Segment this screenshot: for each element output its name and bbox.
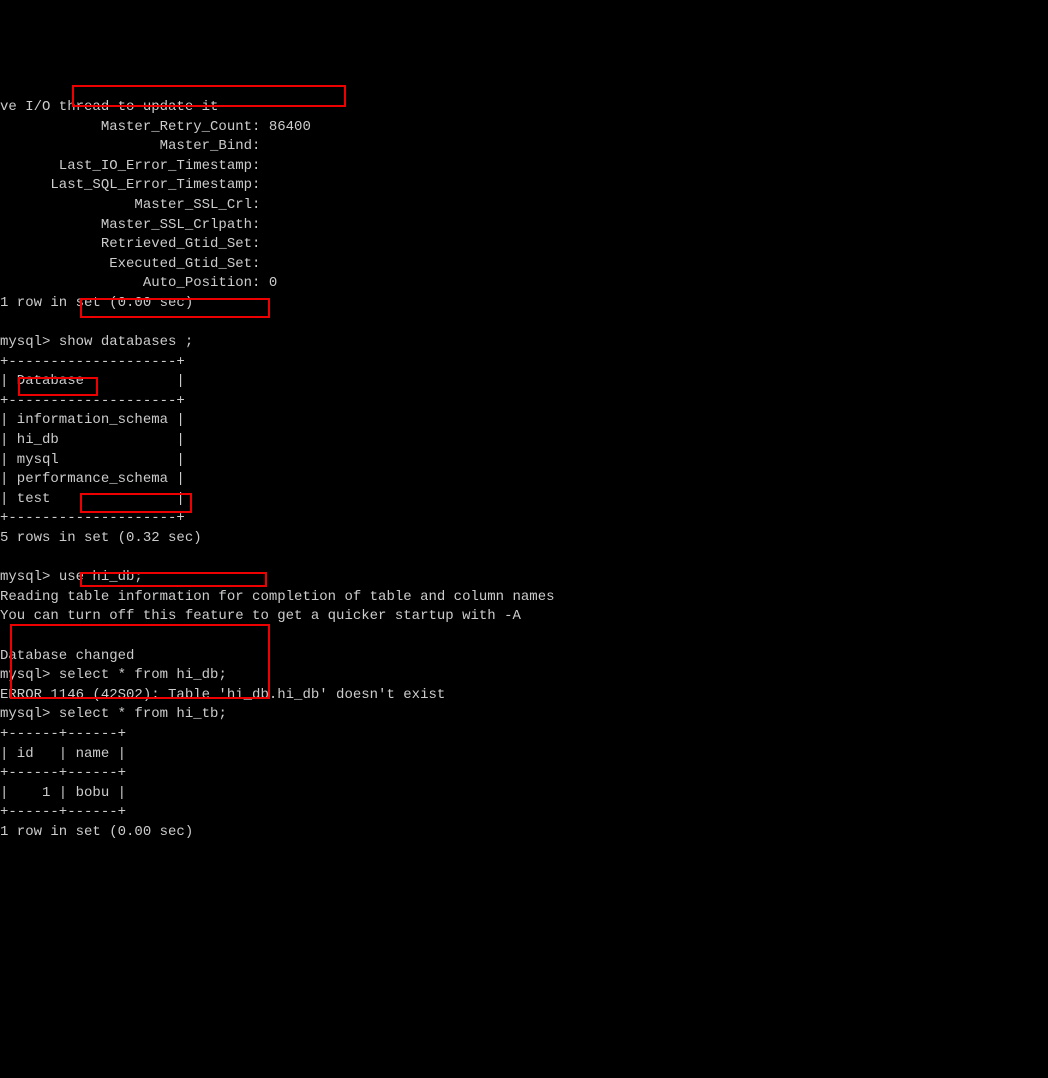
prompt: mysql> [0, 569, 59, 585]
command-text: show databases ; [59, 334, 193, 350]
table-border: +--------------------+ [0, 392, 1048, 412]
command-line[interactable]: mysql> show databases ; [0, 333, 1048, 353]
status-field: Last_SQL_Error_Timestamp: [0, 176, 1048, 196]
prompt: mysql> [0, 667, 59, 683]
error-line: ERROR 1146 (42S02): Table 'hi_db.hi_db' … [0, 686, 1048, 706]
table-row: | mysql | [0, 451, 1048, 471]
table-border: +------+------+ [0, 764, 1048, 784]
table-border: +------+------+ [0, 725, 1048, 745]
status-field: Retrieved_Gtid_Set: [0, 235, 1048, 255]
blank-line [0, 549, 1048, 569]
table-row: | 1 | bobu | [0, 784, 1048, 804]
info-line: Database changed [0, 647, 1048, 667]
status-field: Master_Retry_Count: 86400 [0, 118, 1048, 138]
command-line[interactable]: mysql> use hi_db; [0, 568, 1048, 588]
table-row: | hi_db | [0, 431, 1048, 451]
table-row: | performance_schema | [0, 470, 1048, 490]
status-field: Master_Bind: [0, 137, 1048, 157]
status-field: Last_IO_Error_Timestamp: [0, 157, 1048, 177]
table-row: | test | [0, 490, 1048, 510]
prompt: mysql> [0, 334, 59, 350]
command-text: use hi_db; [59, 569, 143, 585]
result-line: 5 rows in set (0.32 sec) [0, 529, 1048, 549]
result-line: 1 row in set (0.00 sec) [0, 294, 1048, 314]
table-border: +--------------------+ [0, 509, 1048, 529]
result-line: 1 row in set (0.00 sec) [0, 823, 1048, 843]
table-header: | Database | [0, 372, 1048, 392]
status-field: Master_SSL_Crl: [0, 196, 1048, 216]
status-field: Master_SSL_Crlpath: [0, 216, 1048, 236]
table-border: +--------------------+ [0, 353, 1048, 373]
blank-line [0, 627, 1048, 647]
command-text: select * from hi_tb; [59, 706, 227, 722]
status-field: Executed_Gtid_Set: [0, 255, 1048, 275]
info-line: Reading table information for completion… [0, 588, 1048, 608]
command-line[interactable]: mysql> select * from hi_tb; [0, 705, 1048, 725]
status-field: Auto_Position: 0 [0, 274, 1048, 294]
table-header: | id | name | [0, 745, 1048, 765]
terminal-output: ve I/O thread to update it Master_Retry_… [0, 78, 1048, 979]
status-line: ve I/O thread to update it [0, 98, 1048, 118]
table-row: | information_schema | [0, 411, 1048, 431]
blank-line [0, 314, 1048, 334]
table-border: +------+------+ [0, 803, 1048, 823]
prompt: mysql> [0, 706, 59, 722]
info-line: You can turn off this feature to get a q… [0, 607, 1048, 627]
command-line[interactable]: mysql> select * from hi_db; [0, 666, 1048, 686]
command-text: select * from hi_db; [59, 667, 227, 683]
